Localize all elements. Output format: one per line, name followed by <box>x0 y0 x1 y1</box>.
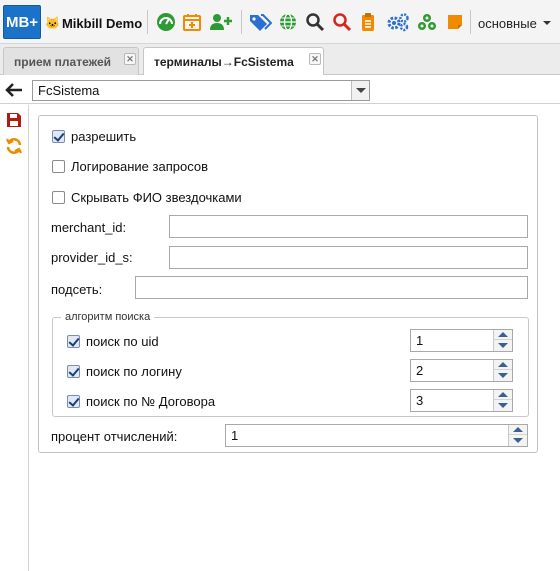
spinner-value: 2 <box>416 363 424 378</box>
search-uid-checkbox[interactable] <box>67 335 80 348</box>
app-logo[interactable]: MB+ <box>3 5 41 39</box>
search-algorithm-legend: алгоритм поиска <box>65 311 151 323</box>
provider-id-s-field[interactable] <box>169 246 528 269</box>
spinner-buttons <box>493 330 512 351</box>
note-icon[interactable] <box>444 11 466 33</box>
tab-strip: прием платежей ✕ терминалы→FcSistema ✕ <box>0 44 560 75</box>
toolbar-divider <box>241 10 242 34</box>
main-menu-label: основные <box>478 15 537 31</box>
percent-spinner[interactable]: 1 <box>225 424 528 447</box>
network-icon[interactable] <box>416 11 438 33</box>
search-uid-priority-spinner[interactable]: 1 <box>410 329 513 352</box>
settings-icon[interactable] <box>385 11 411 33</box>
toolbar-divider <box>470 10 471 34</box>
spinner-down-icon[interactable] <box>494 340 512 350</box>
allow-checkbox[interactable] <box>52 130 65 143</box>
clipboard-icon[interactable] <box>357 11 379 33</box>
allow-label: разрешить <box>71 129 137 144</box>
terminal-select[interactable]: FcSistema <box>32 80 370 101</box>
hide-fio-label: Скрывать ФИО звездочками <box>71 190 242 205</box>
log-requests-label: Логирование запросов <box>71 159 208 174</box>
allow-row: разрешить <box>52 129 136 144</box>
save-icon[interactable] <box>5 111 23 129</box>
spinner-value: 1 <box>231 428 239 443</box>
dropdown-button[interactable] <box>351 81 369 100</box>
merchant-id-label: merchant_id: <box>51 220 127 235</box>
cat-icon: 🐱 <box>45 16 60 30</box>
close-icon[interactable]: ✕ <box>309 53 321 65</box>
terminal-selector-row: FcSistema <box>0 76 560 104</box>
main-menu-dropdown[interactable]: основные <box>478 14 551 32</box>
search-contract-checkbox[interactable] <box>67 395 80 408</box>
tab-label: прием платежей <box>14 54 112 69</box>
chevron-down-icon <box>355 88 366 93</box>
merchant-id-field[interactable] <box>169 215 528 238</box>
toolbar-divider <box>147 10 148 34</box>
percent-label: процент отчислений: <box>51 429 178 444</box>
tab-label: терминалы→FcSistema <box>154 54 294 69</box>
top-toolbar: MB+ 🐱 Mikbill Demo основные <box>0 0 560 44</box>
terminal-settings-panel: разрешить Логирование запросов Скрывать … <box>38 115 538 453</box>
spinner-down-icon[interactable] <box>494 400 512 410</box>
refresh-icon[interactable] <box>5 137 23 155</box>
search-login-checkbox[interactable] <box>67 365 80 378</box>
log-requests-checkbox[interactable] <box>52 160 65 173</box>
subnet-label: подсеть: <box>51 282 103 297</box>
search-login-priority-spinner[interactable]: 2 <box>410 359 513 382</box>
provider-id-s-label: provider_id_s: <box>51 250 133 265</box>
spinner-value: 1 <box>416 333 424 348</box>
spinner-value: 3 <box>416 393 424 408</box>
spinner-buttons <box>508 425 527 446</box>
spinner-up-icon[interactable] <box>494 390 512 400</box>
search-contract-priority-spinner[interactable]: 3 <box>410 389 513 412</box>
dashboard-icon[interactable] <box>155 11 177 33</box>
search-login-label: поиск по логину <box>86 364 182 379</box>
subnet-field[interactable] <box>135 276 528 299</box>
search-login-row: поиск по логину <box>67 364 182 379</box>
tab-terminals-fcsistema[interactable]: терминалы→FcSistema ✕ <box>143 47 324 75</box>
spinner-down-icon[interactable] <box>494 370 512 380</box>
back-arrow-icon[interactable] <box>4 81 24 99</box>
search-uid-row: поиск по uid <box>67 334 159 349</box>
add-user-icon[interactable] <box>208 11 234 33</box>
tags-icon[interactable] <box>247 11 273 33</box>
close-icon[interactable]: ✕ <box>124 53 136 65</box>
search-uid-label: поиск по uid <box>86 334 159 349</box>
hide-fio-row: Скрывать ФИО звездочками <box>52 190 242 205</box>
spinner-up-icon[interactable] <box>509 425 527 435</box>
tab-payments[interactable]: прием платежей ✕ <box>3 47 139 75</box>
globe-icon[interactable] <box>277 11 299 33</box>
terminal-select-value: FcSistema <box>38 83 100 98</box>
side-action-strip <box>0 105 29 571</box>
search-red-icon[interactable] <box>331 11 353 33</box>
hide-fio-checkbox[interactable] <box>52 191 65 204</box>
search-contract-row: поиск по № Договора <box>67 394 215 409</box>
spinner-up-icon[interactable] <box>494 330 512 340</box>
brand[interactable]: 🐱 Mikbill Demo <box>45 14 142 32</box>
calendar-add-icon[interactable] <box>181 11 203 33</box>
spinner-up-icon[interactable] <box>494 360 512 370</box>
spinner-buttons <box>493 360 512 381</box>
spinner-buttons <box>493 390 512 411</box>
spinner-down-icon[interactable] <box>509 435 527 445</box>
chevron-down-icon <box>542 21 551 25</box>
search-contract-label: поиск по № Договора <box>86 394 216 409</box>
search-icon[interactable] <box>304 11 326 33</box>
log-requests-row: Логирование запросов <box>52 159 208 174</box>
brand-name: Mikbill Demo <box>61 15 143 31</box>
